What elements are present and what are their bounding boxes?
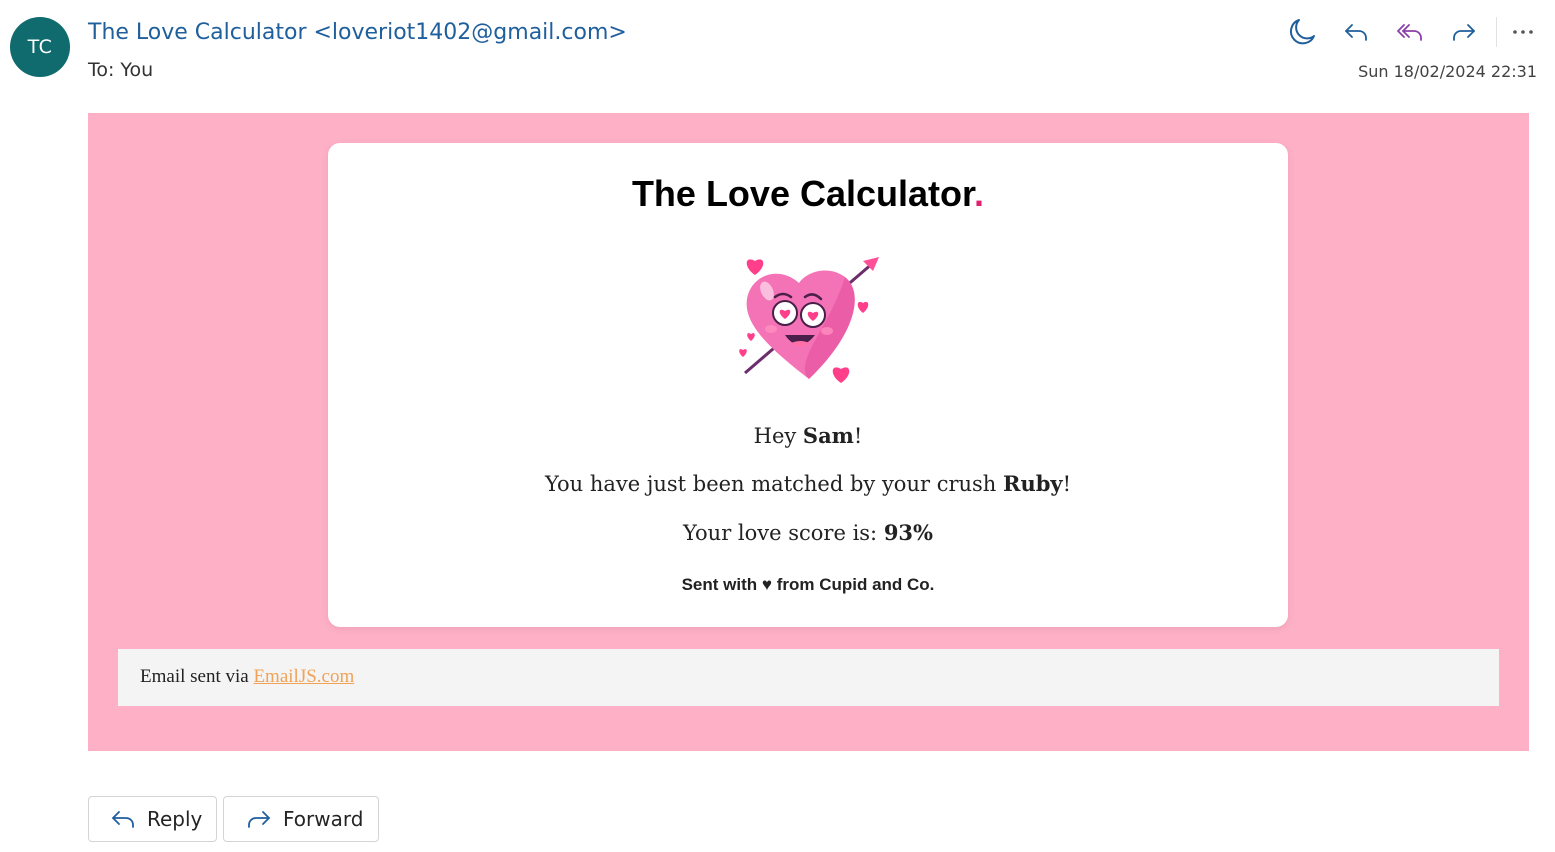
email-title-dot: . bbox=[974, 173, 985, 214]
crush-name: Ruby bbox=[1003, 471, 1063, 496]
more-actions-button[interactable] bbox=[1505, 14, 1541, 50]
email-title-text: The Love Calculator bbox=[631, 173, 975, 214]
sender-name[interactable]: The Love Calculator <loveriot1402@gmail.… bbox=[88, 20, 627, 45]
message-actions bbox=[1284, 14, 1541, 50]
love-score: 93% bbox=[883, 520, 933, 545]
match-line: You have just been matched by your crush… bbox=[328, 471, 1288, 496]
forward-label: Forward bbox=[283, 807, 364, 831]
moon-icon bbox=[1289, 19, 1315, 45]
greeting-suffix: ! bbox=[853, 424, 863, 448]
received-timestamp: Sun 18/02/2024 22:31 bbox=[1358, 62, 1537, 81]
footer-sent-via: Email sent via bbox=[140, 666, 254, 687]
score-prefix: Your love score is: bbox=[683, 521, 884, 545]
actions-divider bbox=[1496, 17, 1497, 47]
footer-text: Email sent via EmailJS.com bbox=[140, 666, 354, 688]
reply-label: Reply bbox=[147, 807, 203, 831]
footer-strip: Email sent via EmailJS.com bbox=[118, 649, 1499, 706]
email-title: The Love Calculator. bbox=[328, 173, 1288, 215]
forward-button[interactable] bbox=[1446, 14, 1482, 50]
emailjs-link[interactable]: EmailJS.com bbox=[253, 666, 354, 687]
recipient-line: To: You bbox=[88, 59, 153, 81]
avatar[interactable]: TC bbox=[10, 17, 70, 77]
greeting-line: Hey Sam! bbox=[328, 423, 1288, 448]
to-recipient[interactable]: You bbox=[120, 59, 153, 81]
signature: Sent with ♥ from Cupid and Co. bbox=[681, 575, 935, 594]
avatar-initials: TC bbox=[27, 36, 53, 58]
reply-bottom-button[interactable]: Reply bbox=[88, 796, 217, 842]
forward-icon bbox=[248, 811, 270, 828]
to-label: To: bbox=[88, 59, 115, 81]
match-suffix: ! bbox=[1062, 472, 1072, 496]
forward-bottom-button[interactable]: Forward bbox=[223, 796, 379, 842]
more-icon bbox=[1513, 30, 1533, 34]
message-card: The Love Calculator. Hey Sam! You have j… bbox=[328, 143, 1288, 627]
match-prefix: You have just been matched by your crush bbox=[544, 472, 1003, 496]
reply-icon bbox=[1345, 24, 1367, 41]
email-body: The Love Calculator. Hey Sam! You have j… bbox=[88, 113, 1529, 751]
immersive-reader-button[interactable] bbox=[1284, 14, 1320, 50]
reply-all-icon bbox=[1397, 24, 1422, 41]
reply-button[interactable] bbox=[1338, 14, 1374, 50]
greeting-prefix: Hey bbox=[753, 424, 803, 448]
score-line: Your love score is: 93% bbox=[328, 520, 1288, 545]
heart-character-icon bbox=[739, 257, 879, 383]
reply-icon bbox=[112, 811, 134, 828]
forward-icon bbox=[1453, 24, 1475, 41]
reply-all-button[interactable] bbox=[1392, 14, 1428, 50]
recipient-name: Sam bbox=[802, 423, 854, 448]
